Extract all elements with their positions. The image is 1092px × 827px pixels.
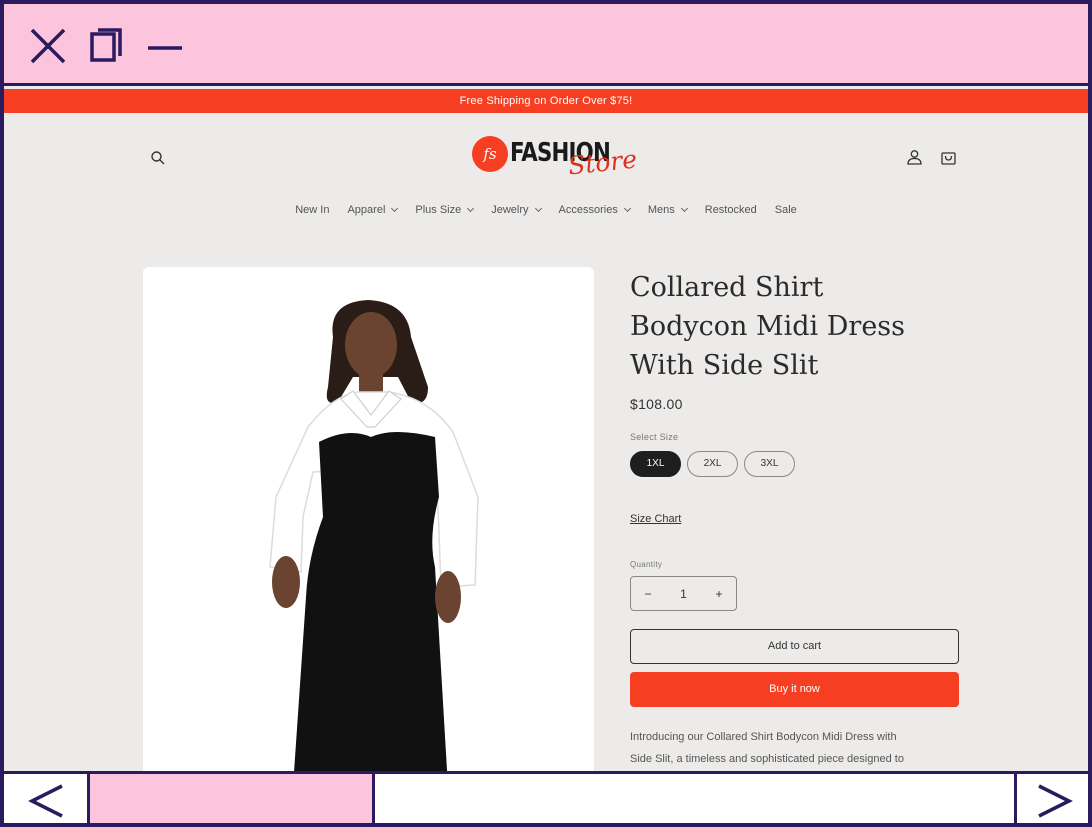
nav-item-sale[interactable]: Sale (766, 204, 806, 216)
forward-arrow-icon (1038, 784, 1073, 818)
maximize-icon[interactable] (86, 26, 126, 66)
chevron-down-icon (623, 204, 631, 213)
back-button[interactable] (4, 774, 90, 823)
nav-item-restocked[interactable]: Restocked (696, 204, 766, 216)
nav-item-accessories[interactable]: Accessories (550, 204, 639, 216)
close-icon[interactable] (28, 26, 68, 66)
nav-item-label: Accessories (558, 204, 618, 216)
store-logo[interactable]: fs FASHION Store (472, 134, 642, 186)
product-image[interactable] (143, 267, 594, 787)
nav-item-label: New In (295, 204, 330, 216)
nav-item-label: Restocked (704, 204, 757, 216)
chevron-down-icon (467, 204, 475, 213)
chevron-down-icon (534, 204, 542, 213)
product-price: $108.00 (630, 396, 683, 412)
nav-item-label: Plus Size (415, 204, 462, 216)
quantity-input[interactable]: 1 (667, 587, 701, 601)
nav-item-label: Apparel (347, 204, 386, 216)
cart-icon[interactable] (940, 148, 957, 166)
nav-item-plus-size[interactable]: Plus Size (406, 204, 482, 216)
product-title-line: Bodycon Midi Dress (630, 311, 906, 342)
nav-item-apparel[interactable]: Apparel (338, 204, 406, 216)
product-title-line: With Side Slit (630, 350, 819, 381)
nav-item-mens[interactable]: Mens (639, 204, 696, 216)
description-line: Introducing our Collared Shirt Bodycon M… (630, 731, 897, 743)
back-arrow-icon (28, 784, 63, 818)
nav-item-new-in[interactable]: New In (286, 204, 338, 216)
nav-item-label: Mens (647, 204, 675, 216)
window-titlebar (4, 4, 1088, 86)
quantity-decrease-button[interactable]: − (631, 587, 665, 601)
size-option-1xl[interactable]: 1XL (630, 451, 681, 477)
active-tab[interactable] (90, 774, 375, 823)
size-option-3xl[interactable]: 3XL (744, 451, 795, 477)
chevron-down-icon (391, 204, 399, 213)
chevron-down-icon (680, 204, 688, 213)
model-photo (269, 300, 479, 787)
product-title-line: Collared Shirt (630, 272, 824, 303)
quantity-increase-button[interactable]: + (702, 587, 736, 601)
size-label: Select Size (630, 432, 679, 442)
product-description: Introducing our Collared Shirt Bodycon M… (630, 726, 960, 770)
promo-banner: Free Shipping on Order Over $75! (4, 89, 1088, 113)
size-option-2xl[interactable]: 2XL (687, 451, 738, 477)
account-icon[interactable] (906, 149, 923, 166)
description-line: Side Slit, a timeless and sophisticated … (630, 753, 904, 765)
forward-button[interactable] (1014, 774, 1088, 823)
nav-item-label: Sale (774, 204, 797, 216)
nav-item-jewelry[interactable]: Jewelry (482, 204, 549, 216)
quantity-stepper: − 1 + (630, 576, 737, 611)
logo-script: Store (566, 144, 639, 181)
buy-now-button[interactable]: Buy it now (630, 672, 959, 707)
logo-monogram: fs (472, 136, 508, 172)
main-nav: New In Apparel Plus Size Jewelry Accessories… (4, 204, 1088, 216)
search-icon[interactable] (150, 150, 166, 166)
product-title: Collared Shirt Bodycon Midi Dress With Sid… (630, 268, 990, 385)
browser-bottom-bar (4, 771, 1088, 823)
add-to-cart-button[interactable]: Add to cart (630, 629, 959, 664)
quantity-label: Quantity (630, 560, 663, 569)
size-selector: 1XL 2XL 3XL (630, 451, 795, 477)
size-chart-link[interactable]: Size Chart (630, 513, 681, 525)
minimize-icon[interactable] (144, 26, 184, 66)
nav-item-label: Jewelry (491, 204, 529, 216)
browser-window: Free Shipping on Order Over $75! fs FASH… (0, 0, 1092, 827)
